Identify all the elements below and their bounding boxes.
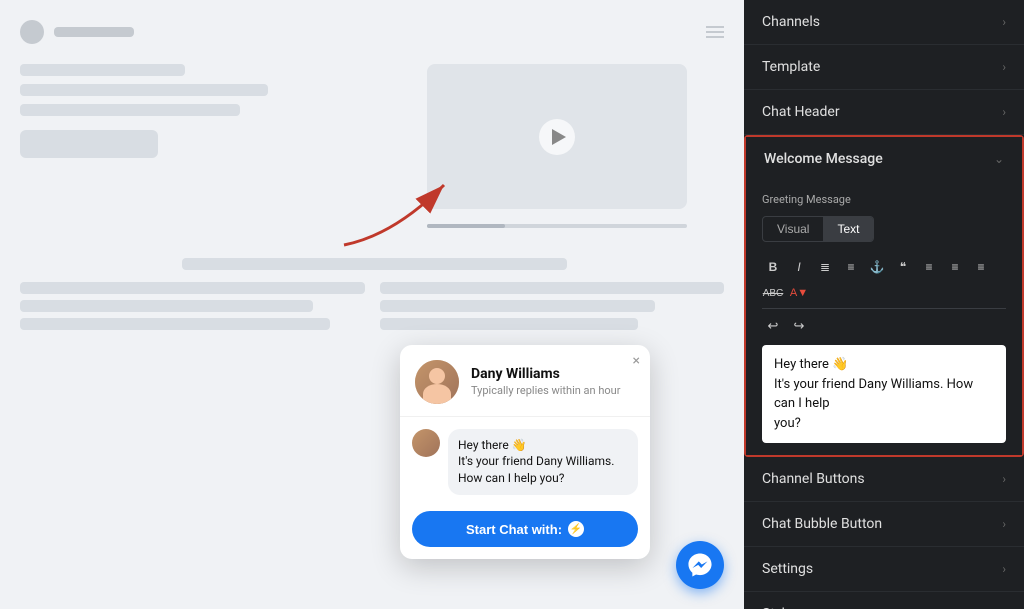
message-avatar	[412, 429, 440, 457]
redo-button[interactable]: ↪	[788, 315, 810, 337]
sidebar-item-style[interactable]: Style ›	[744, 592, 1024, 609]
tab-text[interactable]: Text	[823, 217, 873, 241]
website-preview: × Dany Williams Typically replies within…	[0, 0, 744, 609]
sidebar-item-chat-header[interactable]: Chat Header ›	[744, 90, 1024, 135]
col-left	[20, 282, 365, 330]
chat-bubble-chevron: ›	[1002, 517, 1006, 531]
channels-label: Channels	[762, 14, 1002, 30]
undo-redo-row: ↩ ↪	[762, 315, 1006, 337]
sidebar-item-chat-bubble[interactable]: Chat Bubble Button ›	[744, 502, 1024, 547]
sidebar-item-template[interactable]: Template ›	[744, 45, 1024, 90]
settings-panel: Channels › Template › Chat Header › Welc…	[744, 0, 1024, 609]
editor-line1: Hey there 👋	[774, 355, 994, 375]
link-button[interactable]: ⚓	[866, 256, 888, 278]
align-right-button[interactable]: ≡	[970, 256, 992, 278]
skeleton-nav	[20, 20, 724, 44]
skeleton-center-text	[24, 258, 724, 270]
strikethrough-button[interactable]: ABC	[762, 282, 784, 304]
play-button[interactable]	[539, 119, 575, 155]
chat-popup: × Dany Williams Typically replies within…	[400, 345, 650, 559]
italic-button[interactable]: I	[788, 256, 810, 278]
chat-message-item: Hey there 👋 It's your friend Dany Willia…	[412, 429, 638, 495]
editor-content[interactable]: Hey there 👋 It's your friend Dany Willia…	[762, 345, 1006, 443]
two-column-skeletons	[20, 282, 724, 330]
editor-tab-bar: Visual Text	[762, 216, 874, 242]
settings-chevron: ›	[1002, 562, 1006, 576]
panel-bottom-items: Channel Buttons › Chat Bubble Button › S…	[744, 457, 1024, 609]
channel-buttons-label: Channel Buttons	[762, 471, 1002, 487]
align-center-button[interactable]: ≡	[944, 256, 966, 278]
agent-status: Typically replies within an hour	[471, 384, 635, 397]
col-right	[380, 282, 725, 330]
chat-messages: Hey there 👋 It's your friend Dany Willia…	[400, 417, 650, 503]
sidebar-item-channels[interactable]: Channels ›	[744, 0, 1024, 45]
nav-dot	[20, 20, 44, 44]
progress-bar	[427, 224, 687, 228]
welcome-message-body: Greeting Message Visual Text B I ≣ ≡ ⚓ ❝…	[746, 181, 1022, 455]
editor-line3: you?	[774, 414, 994, 434]
messenger-icon: ⚡	[568, 521, 584, 537]
editor-toolbar: B I ≣ ≡ ⚓ ❝ ≡ ≡ ≡ ABC A▼	[762, 252, 1006, 309]
channels-chevron: ›	[1002, 15, 1006, 29]
agent-avatar	[415, 360, 459, 404]
template-chevron: ›	[1002, 60, 1006, 74]
start-chat-label: Start Chat with:	[466, 522, 562, 537]
chat-header-label: Chat Header	[762, 104, 1002, 120]
welcome-message-chevron: ⌄	[994, 152, 1004, 166]
undo-button[interactable]: ↩	[762, 315, 784, 337]
close-button[interactable]: ×	[633, 353, 640, 369]
settings-label: Settings	[762, 561, 1002, 577]
greeting-label: Greeting Message	[762, 193, 1006, 206]
agent-name: Dany Williams	[471, 366, 635, 382]
editor-line2: It's your friend Dany Williams. How can …	[774, 375, 994, 414]
bold-button[interactable]: B	[762, 256, 784, 278]
welcome-message-section: Welcome Message ⌄ Greeting Message Visua…	[744, 135, 1024, 457]
channel-buttons-chevron: ›	[1002, 472, 1006, 486]
message-bubble: Hey there 👋 It's your friend Dany Willia…	[448, 429, 638, 495]
menu-lines	[706, 26, 724, 38]
skeleton-rows-left	[20, 64, 296, 158]
agent-info: Dany Williams Typically replies within a…	[471, 366, 635, 397]
welcome-message-header[interactable]: Welcome Message ⌄	[746, 137, 1022, 181]
color-button[interactable]: A▼	[788, 282, 810, 304]
messenger-fab[interactable]	[676, 541, 724, 589]
unordered-list-button[interactable]: ≡	[840, 256, 862, 278]
sidebar-item-settings[interactable]: Settings ›	[744, 547, 1024, 592]
template-label: Template	[762, 59, 1002, 75]
align-left-button[interactable]: ≡	[918, 256, 940, 278]
nav-bar	[54, 27, 134, 37]
blockquote-button[interactable]: ❝	[892, 256, 914, 278]
chat-popup-header: Dany Williams Typically replies within a…	[400, 345, 650, 417]
chat-header-chevron: ›	[1002, 105, 1006, 119]
welcome-message-label: Welcome Message	[764, 151, 994, 167]
chat-bubble-label: Chat Bubble Button	[762, 516, 1002, 532]
tab-visual[interactable]: Visual	[763, 217, 823, 241]
video-placeholder	[427, 64, 687, 209]
start-chat-button[interactable]: Start Chat with: ⚡	[412, 511, 638, 547]
ordered-list-button[interactable]: ≣	[814, 256, 836, 278]
sidebar-item-channel-buttons[interactable]: Channel Buttons ›	[744, 457, 1024, 502]
